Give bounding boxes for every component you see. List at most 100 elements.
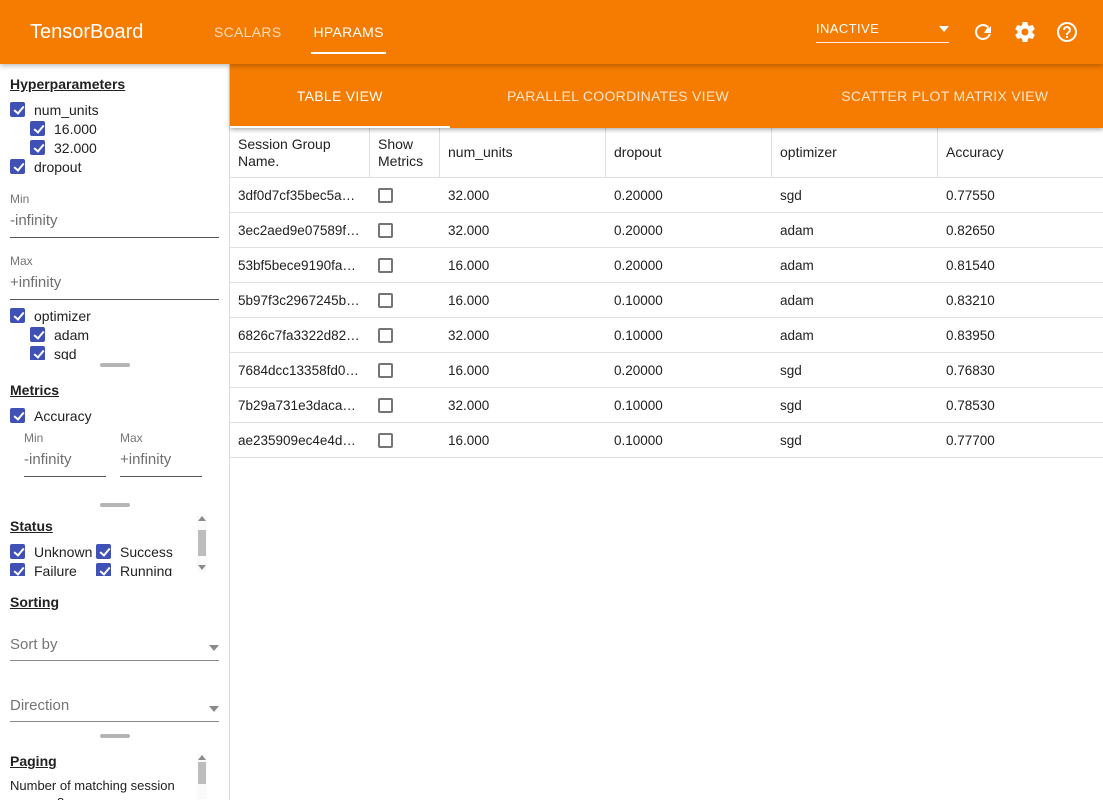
status-options: Unknown Success Failure Running	[10, 542, 219, 576]
tab-scatter-plot-matrix-view[interactable]: SCATTER PLOT MATRIX VIEW	[786, 64, 1103, 128]
show-metrics-checkbox[interactable]	[378, 258, 393, 273]
show-metrics-checkbox[interactable]	[378, 328, 393, 343]
dropout-min-input[interactable]: -infinity	[10, 206, 219, 238]
section-resize-handle[interactable]	[0, 731, 229, 741]
dropout-value: 0.20000	[606, 223, 772, 238]
section-resize-handle[interactable]	[0, 360, 229, 370]
section-resize-handle[interactable]	[0, 500, 229, 510]
tab-table-view-label: TABLE VIEW	[297, 88, 383, 104]
value-sgd-checkbox[interactable]	[30, 346, 45, 360]
col-session-group-name[interactable]: Session Group Name.	[230, 128, 370, 177]
num-units-label: num_units	[34, 102, 99, 118]
show-metrics-cell	[370, 363, 440, 378]
direction-select[interactable]: Direction	[10, 697, 219, 722]
tab-scatter-plot-matrix-view-label: SCATTER PLOT MATRIX VIEW	[841, 88, 1048, 104]
status-running[interactable]: Running	[96, 561, 200, 576]
paging-scrollbar[interactable]	[197, 753, 207, 799]
value-32000-checkbox[interactable]	[30, 140, 45, 155]
reload-status-dropdown[interactable]: INACTIVE	[816, 21, 949, 43]
settings-icon[interactable]	[1013, 20, 1037, 44]
tab-parallel-coordinates-view[interactable]: PARALLEL COORDINATES VIEW	[450, 64, 787, 128]
value-adam-checkbox[interactable]	[30, 327, 45, 342]
metrics-section: Metrics Accuracy Min -infinity Max +infi…	[0, 370, 229, 500]
hparam-value-sgd[interactable]: sgd	[30, 344, 219, 360]
col-num-units[interactable]: num_units	[440, 128, 606, 177]
show-metrics-checkbox[interactable]	[378, 433, 393, 448]
hparam-value-16000[interactable]: 16.000	[30, 119, 219, 138]
value-16000-label: 16.000	[54, 121, 97, 137]
status-success[interactable]: Success	[96, 542, 200, 561]
scroll-up-icon[interactable]	[198, 516, 206, 521]
show-metrics-cell	[370, 293, 440, 308]
dropout-value: 0.10000	[606, 433, 772, 448]
dropout-value: 0.10000	[606, 398, 772, 413]
show-metrics-cell	[370, 258, 440, 273]
num-units-value: 16.000	[440, 433, 606, 448]
tab-hparams[interactable]: HPARAMS	[297, 0, 399, 64]
scroll-up-icon[interactable]	[198, 755, 206, 760]
show-metrics-checkbox[interactable]	[378, 293, 393, 308]
scroll-thumb[interactable]	[198, 530, 206, 556]
col-show-metrics[interactable]: Show Metrics	[370, 128, 440, 177]
num-units-checkbox[interactable]	[10, 102, 25, 117]
toolbar: TensorBoard SCALARS HPARAMS INACTIVE	[0, 0, 1103, 64]
scroll-down-icon[interactable]	[198, 565, 206, 570]
refresh-icon[interactable]	[971, 20, 995, 44]
failure-checkbox[interactable]	[10, 563, 25, 576]
value-16000-checkbox[interactable]	[30, 121, 45, 136]
tab-scalars[interactable]: SCALARS	[198, 0, 297, 64]
accuracy-value: 0.81540	[938, 258, 1103, 273]
show-metrics-checkbox[interactable]	[378, 223, 393, 238]
accuracy-value: 0.76830	[938, 363, 1103, 378]
hparam-value-32000[interactable]: 32.000	[30, 138, 219, 157]
accuracy-min-input[interactable]: -infinity	[24, 445, 106, 477]
unknown-checkbox[interactable]	[10, 544, 25, 559]
col-optimizer[interactable]: optimizer	[772, 128, 938, 177]
value-adam-label: adam	[54, 327, 89, 343]
view-tabs: TABLE VIEW PARALLEL COORDINATES VIEW SCA…	[230, 64, 1103, 128]
help-icon[interactable]	[1055, 20, 1079, 44]
status-unknown[interactable]: Unknown	[10, 542, 96, 561]
table-row: 3df0d7cf35bec5a…32.0000.20000sgd0.77550	[230, 178, 1103, 213]
accuracy-checkbox[interactable]	[10, 408, 25, 423]
col-dropout[interactable]: dropout	[606, 128, 772, 177]
status-failure[interactable]: Failure	[10, 561, 96, 576]
show-metrics-cell	[370, 223, 440, 238]
session-group-name: 53bf5bece9190fa…	[230, 258, 370, 273]
dropout-value: 0.10000	[606, 293, 772, 308]
direction-value: Direction	[10, 697, 69, 714]
hparam-value-adam[interactable]: adam	[30, 325, 219, 344]
table-row: ae235909ec4e4d…16.0000.10000sgd0.77700	[230, 423, 1103, 458]
dropout-max-input[interactable]: +infinity	[10, 268, 219, 300]
session-group-name: ae235909ec4e4d…	[230, 433, 370, 448]
show-metrics-checkbox[interactable]	[378, 398, 393, 413]
table-body: 3df0d7cf35bec5a…32.0000.20000sgd0.775503…	[230, 178, 1103, 458]
table-row: 53bf5bece9190fa…16.0000.20000adam0.81540	[230, 248, 1103, 283]
show-metrics-checkbox[interactable]	[378, 188, 393, 203]
scroll-thumb[interactable]	[198, 762, 206, 784]
sort-by-select[interactable]: Sort by	[10, 636, 219, 661]
col-accuracy[interactable]: Accuracy	[938, 128, 1103, 177]
success-checkbox[interactable]	[96, 544, 111, 559]
sidebar: Hyperparameters num_units 16.000 32.000 …	[0, 64, 230, 800]
app-title: TensorBoard	[30, 21, 170, 44]
optimizer-checkbox[interactable]	[10, 308, 25, 323]
hparam-num-units[interactable]: num_units	[10, 100, 219, 119]
show-metrics-checkbox[interactable]	[378, 363, 393, 378]
hparam-optimizer[interactable]: optimizer	[10, 306, 219, 325]
tab-table-view[interactable]: TABLE VIEW	[230, 64, 450, 128]
table-row: 3ec2aed9e07589f…32.0000.20000adam0.82650	[230, 213, 1103, 248]
accuracy-filter: Min -infinity Max +infinity	[24, 429, 219, 477]
session-group-name: 3df0d7cf35bec5a…	[230, 188, 370, 203]
hparam-dropout[interactable]: dropout	[10, 157, 219, 176]
table-header: Session Group Name. Show Metrics num_uni…	[230, 128, 1103, 178]
accuracy-max-input[interactable]: +infinity	[120, 445, 202, 477]
chevron-down-icon	[209, 706, 219, 712]
running-checkbox[interactable]	[96, 563, 111, 576]
status-section: Status Unknown Success Failure Running	[0, 510, 229, 576]
hyperparameters-heading: Hyperparameters	[10, 76, 219, 92]
optimizer-label: optimizer	[34, 308, 91, 324]
status-scrollbar[interactable]	[197, 514, 207, 572]
metric-accuracy[interactable]: Accuracy	[10, 406, 219, 425]
dropout-checkbox[interactable]	[10, 159, 25, 174]
